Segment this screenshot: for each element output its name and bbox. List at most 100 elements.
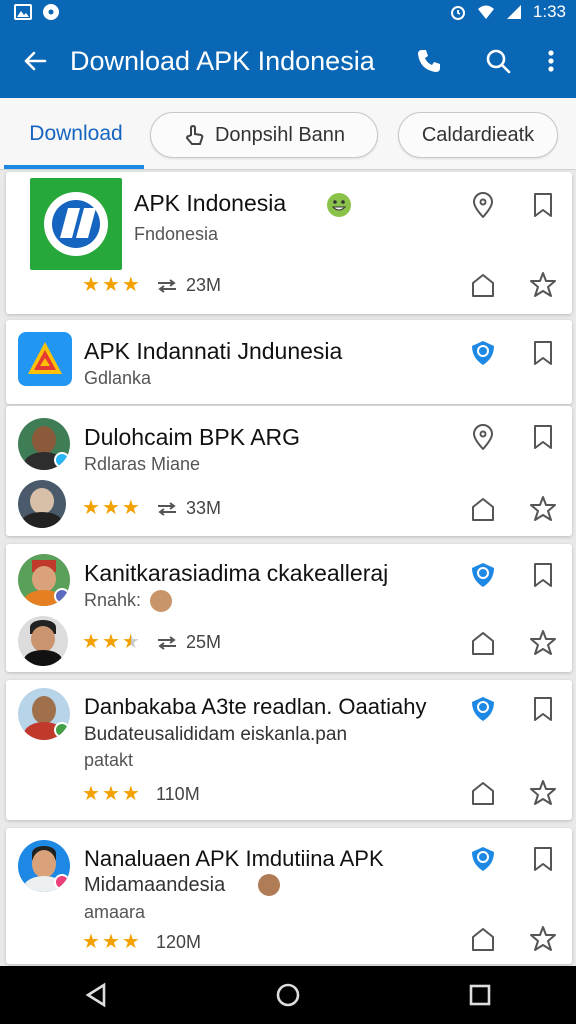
tab-bar: Download Donpsihl Bann Caldardieatk xyxy=(0,98,576,170)
search-button[interactable] xyxy=(470,24,526,98)
avatar xyxy=(18,616,68,666)
app-size: 25M xyxy=(156,632,221,653)
app-size-label: 23M xyxy=(186,275,222,295)
status-bar: 1:33 xyxy=(0,0,576,24)
home-outline-icon[interactable] xyxy=(468,270,498,300)
filter-chip-2[interactable]: Caldardieatk xyxy=(398,112,558,158)
app-logo-apk-indonesia xyxy=(30,178,122,270)
star-outline-icon[interactable] xyxy=(528,628,558,658)
status-time: 1:33 xyxy=(532,2,566,21)
phone-icon xyxy=(418,50,440,72)
app-name: Danbakaba A3te readlan. Oaatiahy xyxy=(84,694,427,719)
avatar xyxy=(18,688,70,740)
star-rating: ★ ★ ★ xyxy=(82,932,140,952)
star-icon: ★ xyxy=(121,783,140,805)
app-subtitle: Midamaandesia xyxy=(84,874,226,896)
app-name: Kanitkarasiadima ckakealleraj xyxy=(84,560,389,586)
half-star-icon: ★ xyxy=(121,631,140,653)
app-size: 110M xyxy=(156,784,200,805)
verified-shield-icon[interactable] xyxy=(468,694,498,724)
filter-chip-1[interactable]: Donpsihl Bann xyxy=(150,112,378,158)
verified-shield-icon[interactable] xyxy=(468,560,498,590)
star-icon: ★ xyxy=(101,631,120,653)
app-size-label: 33M xyxy=(186,498,222,518)
home-outline-icon[interactable] xyxy=(468,778,498,808)
app-subtitle: Budateusalididam eiskanla.pan xyxy=(84,724,348,745)
star-outline-icon[interactable] xyxy=(528,778,558,808)
star-icon: ★ xyxy=(101,497,120,519)
system-navigation-bar xyxy=(0,966,576,1024)
home-outline-icon[interactable] xyxy=(468,628,498,658)
app-card[interactable]: APK Indannati Jndunesia Gdlanka xyxy=(6,320,572,404)
home-outline-icon[interactable] xyxy=(468,494,498,524)
app-subtitle: Rdlaras Miane xyxy=(84,454,201,474)
mini-avatar xyxy=(258,874,280,896)
call-button[interactable] xyxy=(414,24,444,98)
app-subtitle: Rnahk: xyxy=(84,590,142,610)
star-rating: ★ ★ ★ xyxy=(82,784,140,804)
app-card[interactable]: Danbakaba A3te readlan. Oaatiahy Budateu… xyxy=(6,680,572,820)
app-card[interactable]: Dulohcaim BPK ARG Rdlaras Miane ★ ★ ★ 33M xyxy=(6,406,572,536)
swap-arrows-icon xyxy=(158,278,176,293)
app-card[interactable]: APK Indonesia Fndonesia ★ ★ ★ 23M xyxy=(6,172,572,314)
signal-icon xyxy=(506,5,521,19)
verified-shield-icon[interactable] xyxy=(468,338,498,368)
swap-arrows-icon xyxy=(158,635,176,650)
app-logo-triangle xyxy=(18,332,72,386)
star-icon: ★ xyxy=(121,274,140,296)
star-rating: ★ ★ ★ xyxy=(82,498,140,518)
bookmark-icon[interactable] xyxy=(528,694,558,724)
app-size: 120M xyxy=(156,932,201,953)
star-outline-icon[interactable] xyxy=(528,494,558,524)
app-bar: Download APK Indonesia xyxy=(0,24,576,98)
tab-download[interactable]: Download xyxy=(8,108,144,160)
star-icon: ★ xyxy=(101,931,120,953)
star-outline-icon[interactable] xyxy=(528,270,558,300)
app-card[interactable]: Nanaluaen APK Imdutiina APK Midamaandesi… xyxy=(6,828,572,964)
star-icon: ★ xyxy=(82,783,100,805)
swap-arrows-icon xyxy=(158,501,176,516)
bookmark-icon[interactable] xyxy=(528,560,558,590)
bookmark-icon[interactable] xyxy=(528,844,558,874)
star-icon: ★ xyxy=(82,274,100,296)
arrow-back-icon xyxy=(24,51,47,71)
app-card[interactable]: Kanitkarasiadima ckakealleraj Rnahk: ★ ★ ★… xyxy=(6,544,572,672)
image-notification-icon xyxy=(14,4,32,20)
more-options-button[interactable] xyxy=(526,24,576,98)
wifi-icon xyxy=(477,5,494,19)
filter-chip-1-label: Donpsihl Bann xyxy=(214,123,346,146)
app-size: 33M xyxy=(156,498,221,519)
app-name: Nanaluaen APK Imdutiina APK xyxy=(84,846,384,871)
star-icon: ★ xyxy=(121,497,140,519)
star-icon: ★ xyxy=(101,274,120,296)
search-icon xyxy=(486,49,511,74)
app-name: APK Indonesia xyxy=(134,190,287,216)
bookmark-icon[interactable] xyxy=(528,422,558,452)
star-icon: ★ xyxy=(101,783,120,805)
app-subtitle-secondary: patakt xyxy=(84,750,134,770)
verified-shield-icon[interactable] xyxy=(468,844,498,874)
back-button[interactable] xyxy=(0,24,70,98)
nav-home-icon[interactable] xyxy=(274,981,302,1009)
location-pin-icon[interactable] xyxy=(468,422,498,452)
bookmark-icon[interactable] xyxy=(528,338,558,368)
star-icon: ★ xyxy=(82,931,100,953)
disc-notification-icon xyxy=(43,4,59,20)
smiley-emoji-icon xyxy=(327,193,351,217)
avatar xyxy=(18,840,70,892)
active-tab-indicator xyxy=(4,165,144,169)
bookmark-icon[interactable] xyxy=(528,190,558,220)
app-size-label: 25M xyxy=(186,632,222,652)
star-icon: ★ xyxy=(121,931,140,953)
alarm-icon xyxy=(450,6,465,20)
home-outline-icon[interactable] xyxy=(468,924,498,954)
star-rating: ★ ★ ★ xyxy=(82,632,140,652)
nav-recents-icon[interactable] xyxy=(466,981,494,1009)
star-outline-icon[interactable] xyxy=(528,924,558,954)
nav-back-icon[interactable] xyxy=(82,981,110,1009)
location-pin-icon[interactable] xyxy=(468,190,498,220)
mini-avatar xyxy=(150,590,172,612)
hand-pointer-icon xyxy=(185,124,204,145)
app-name: Dulohcaim BPK ARG xyxy=(84,424,301,450)
filter-chip-2-label: Caldardieatk xyxy=(421,123,535,146)
